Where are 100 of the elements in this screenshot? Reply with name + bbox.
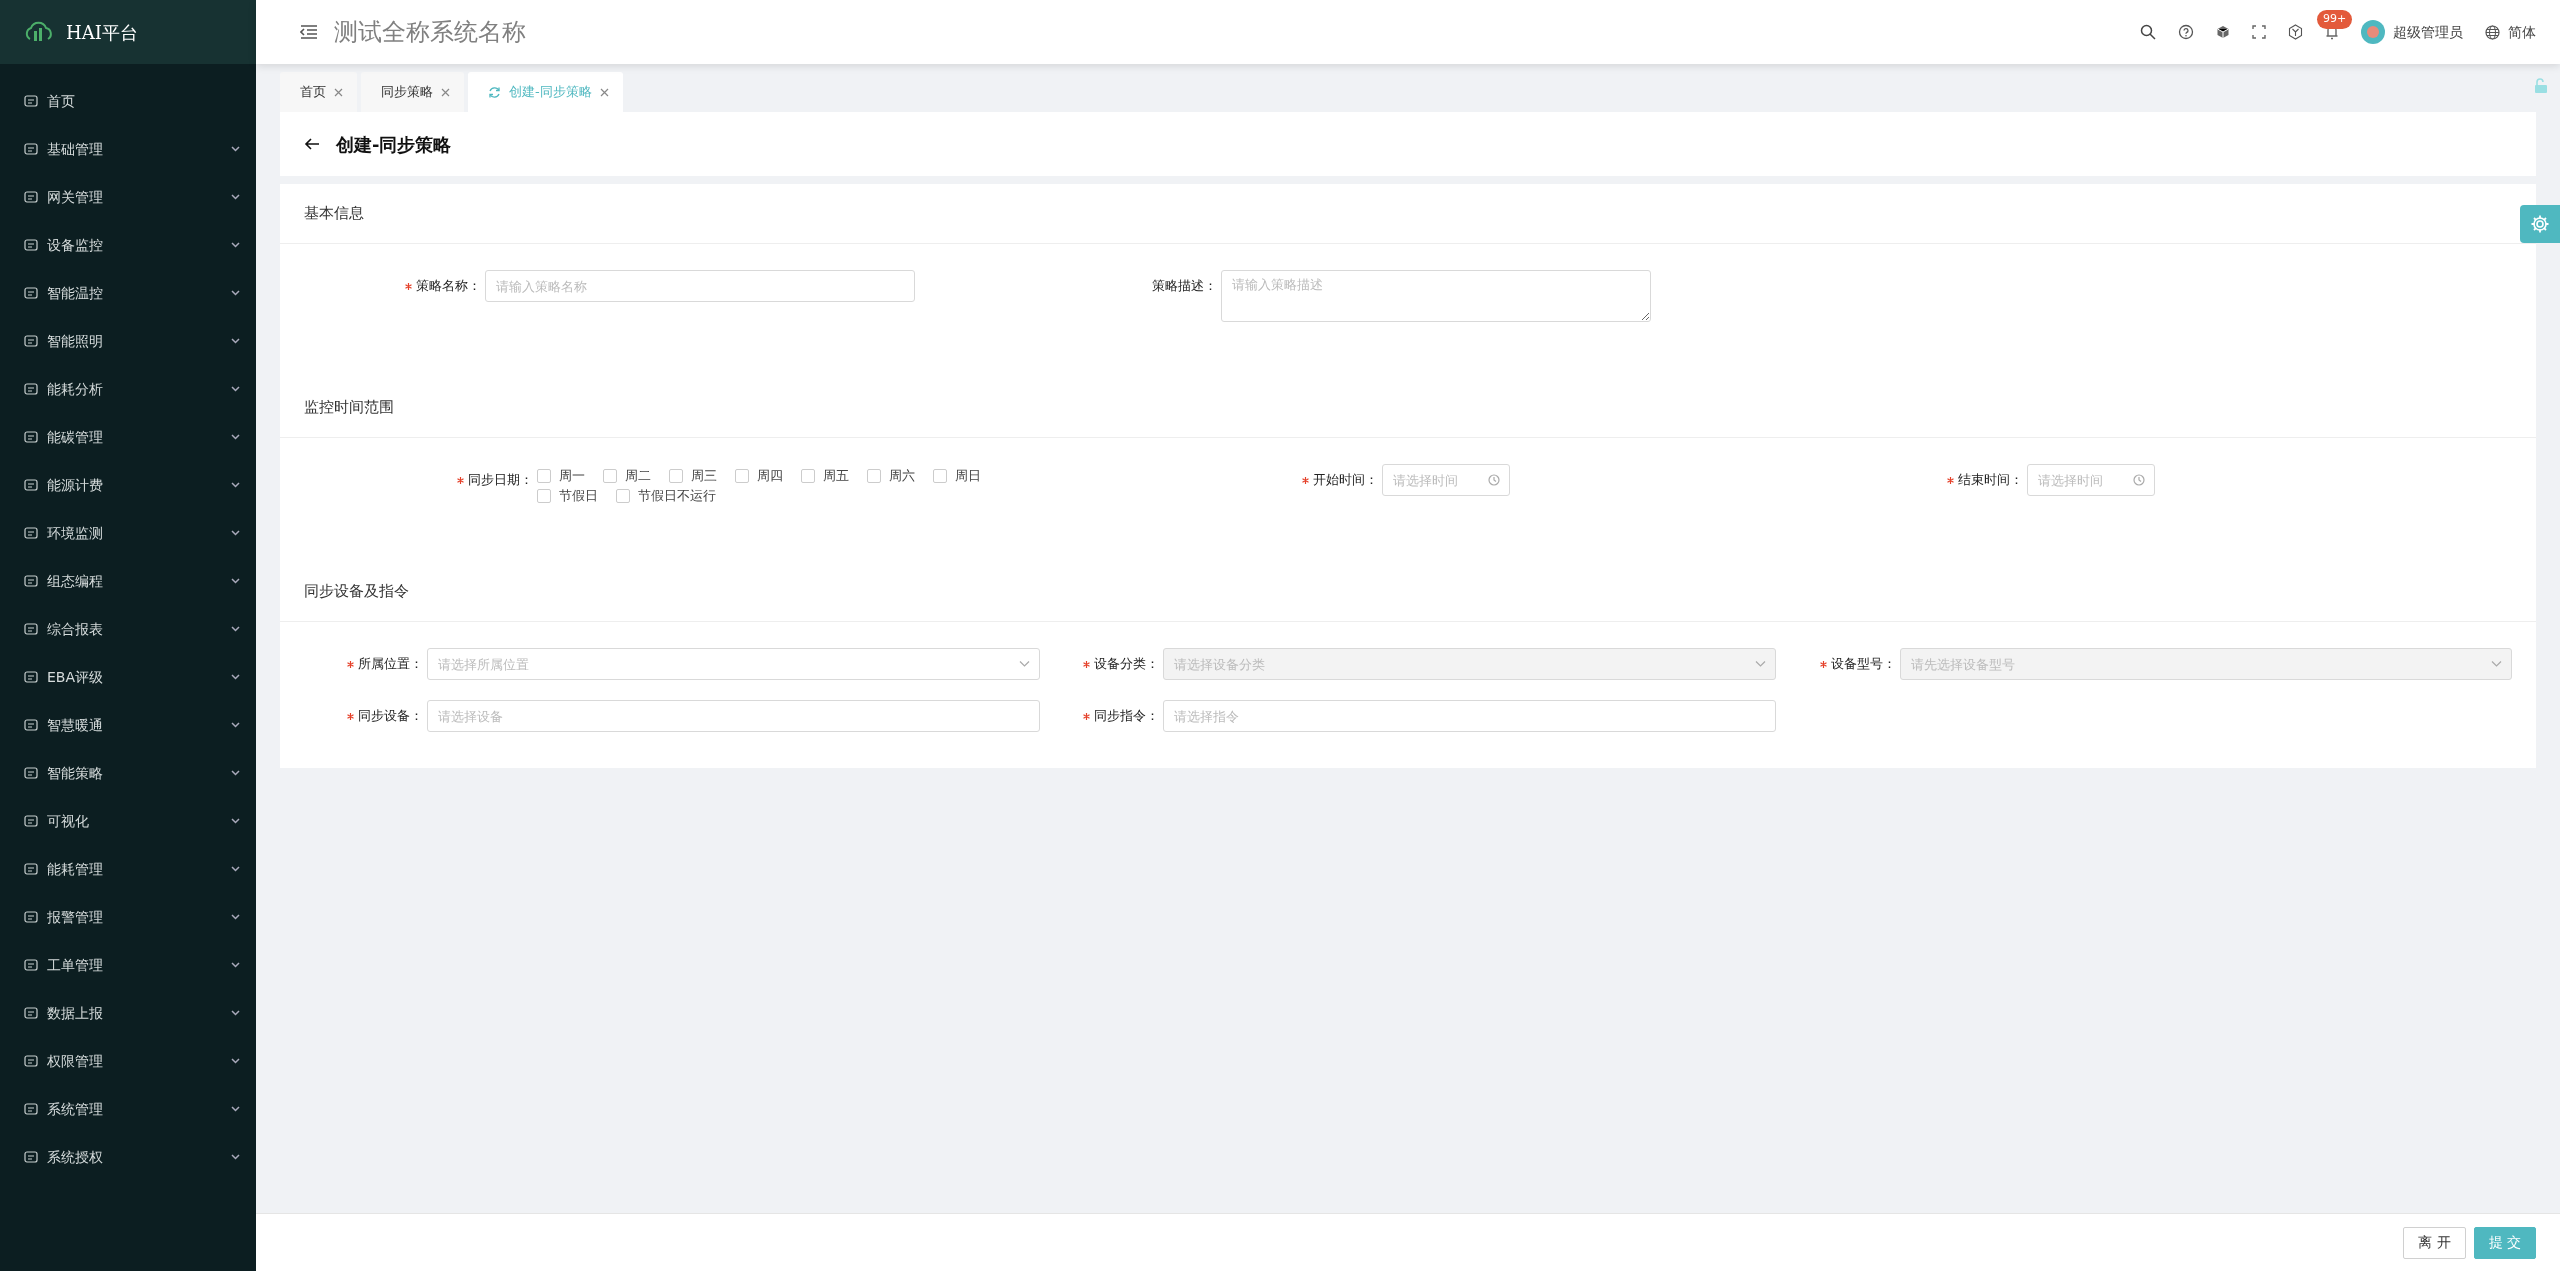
menu-item-icon [24,959,38,971]
back-arrow-icon[interactable] [304,137,320,151]
menu-item-icon [24,143,38,155]
chevron-down-icon [1019,660,1030,668]
sidebar-item[interactable]: 能源计费 [0,461,256,509]
field-label: 设备型号： [1776,648,1900,680]
menu-item-icon [24,767,38,779]
menu-item-icon [24,1103,38,1115]
clock-icon [1488,474,1500,486]
menu-item-icon [24,1151,38,1163]
menu-item-icon [24,527,38,539]
menu-item-icon [24,335,38,347]
sidebar-item[interactable]: 组态编程 [0,557,256,605]
sidebar-item[interactable]: 智能策略 [0,749,256,797]
menu-item-icon [24,383,38,395]
time-field[interactable]: 请选择时间 [1382,464,1510,496]
tab[interactable]: 同步策略 [361,72,464,112]
leave-button[interactable]: 离 开 [2403,1226,2466,1259]
checkbox-option[interactable]: 节假日不运行 [616,486,716,506]
checkbox-option[interactable]: 周日 [933,466,981,486]
field-label: 策略名称： [280,270,485,302]
chevron-down-icon [2491,660,2502,668]
field-label: 同步指令： [1040,700,1163,732]
system-title: 测试全称系统名称 [334,17,526,48]
menu-item-icon [24,911,38,923]
help-icon[interactable] [2178,24,2194,40]
field-label: 开始时间： [1097,464,1382,496]
select-field[interactable]: 请选择所属位置 [427,648,1040,680]
menu-item-icon [24,575,38,587]
close-icon[interactable] [441,87,450,97]
menu-item-icon [24,1055,38,1067]
sidebar-item[interactable]: 综合报表 [0,605,256,653]
sidebar-item[interactable]: 首页 [0,77,256,125]
input-field[interactable]: 请输入策略名称 [485,270,915,302]
checkbox-option[interactable]: 周五 [801,466,849,486]
menu-item-icon [24,191,38,203]
field-label: 同步设备： [280,700,427,732]
sidebar-item[interactable]: 环境监测 [0,509,256,557]
menu-item-icon [24,287,38,299]
refresh-icon[interactable] [488,85,501,99]
avatar-icon [2361,20,2385,44]
chevron-down-icon [1755,660,1766,668]
menu-item-icon [24,239,38,251]
sidebar-item[interactable]: 基础管理 [0,125,256,173]
field-label: 所属位置： [280,648,427,680]
tab[interactable]: 首页 [280,72,357,112]
checkbox-option[interactable]: 周六 [867,466,915,486]
checkbox-option[interactable]: 周二 [603,466,651,486]
checkbox-option[interactable]: 周一 [537,466,585,486]
menu-item-icon [24,431,38,443]
sidebar-item[interactable]: 智能温控 [0,269,256,317]
time-field[interactable]: 请选择时间 [2027,464,2155,496]
user-menu[interactable]: 超级管理员 [2361,20,2463,44]
gear-icon [2530,214,2550,234]
menu-item-icon [24,863,38,875]
menu-item-icon [24,479,38,491]
menu-fold-icon[interactable] [300,24,318,40]
hexagon-icon[interactable] [2288,24,2303,40]
sidebar-item[interactable]: 工单管理 [0,941,256,989]
sidebar-item[interactable]: 能碳管理 [0,413,256,461]
search-icon[interactable] [2140,24,2156,40]
sidebar-item[interactable]: 可视化 [0,797,256,845]
input-field[interactable]: 请选择指令 [1163,700,1776,732]
sidebar-item[interactable]: 网关管理 [0,173,256,221]
sidebar-item[interactable]: 报警管理 [0,893,256,941]
field-label: 设备分类： [1040,648,1163,680]
sidebar-item[interactable]: EBA评级 [0,653,256,701]
fullscreen-icon[interactable] [2252,25,2266,39]
checkbox-option[interactable]: 周三 [669,466,717,486]
menu-item-icon [24,1007,38,1019]
clock-icon [2133,474,2145,486]
close-icon[interactable] [334,87,343,97]
sidebar-item[interactable]: 数据上报 [0,989,256,1037]
checkbox-option[interactable]: 周四 [735,466,783,486]
sidebar-item[interactable]: 设备监控 [0,221,256,269]
field-label: 同步日期： [280,464,537,496]
section-title: 同步设备及指令 [280,562,2536,622]
sidebar-item[interactable]: 智能照明 [0,317,256,365]
close-icon[interactable] [599,87,609,97]
checkbox-option[interactable]: 节假日 [537,486,598,506]
settings-button[interactable] [2520,205,2560,243]
sidebar-item[interactable]: 系统管理 [0,1085,256,1133]
menu-item-icon [24,815,38,827]
sidebar-item[interactable]: 能耗分析 [0,365,256,413]
menu-item-icon [24,95,38,107]
globe-icon [2485,24,2500,40]
menu-item-icon [24,623,38,635]
sidebar-item[interactable]: 能耗管理 [0,845,256,893]
language-menu[interactable]: 简体 [2485,21,2536,43]
cube-icon[interactable] [2216,25,2230,39]
textarea-field[interactable]: 请输入策略描述 [1221,270,1651,322]
sidebar-item[interactable]: 权限管理 [0,1037,256,1085]
notification-badge: 99+ [2317,10,2353,29]
input-field[interactable]: 请选择设备 [427,700,1040,732]
menu-item-icon [24,671,38,683]
sidebar-item[interactable]: 智慧暖通 [0,701,256,749]
sidebar-item[interactable]: 系统授权 [0,1133,256,1181]
field-label: 策略描述： [1151,277,1218,295]
section-title: 监控时间范围 [280,378,2536,438]
field-label: 结束时间： [1510,464,2027,496]
